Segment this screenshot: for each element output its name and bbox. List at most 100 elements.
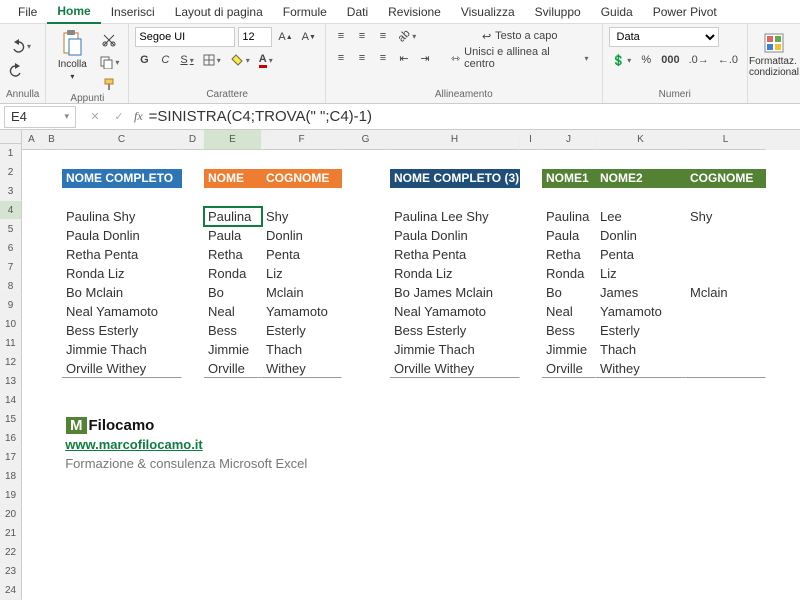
row-header-10[interactable]: 10 <box>0 315 22 334</box>
cell[interactable] <box>42 492 62 511</box>
tab-formule[interactable]: Formule <box>273 1 337 23</box>
cell[interactable] <box>182 473 204 492</box>
cell[interactable] <box>596 416 686 435</box>
cell[interactable] <box>390 492 520 511</box>
cell[interactable] <box>596 530 686 549</box>
cell[interactable] <box>262 150 342 169</box>
cancel-formula-button[interactable]: ✕ <box>86 108 104 126</box>
cell[interactable] <box>542 492 596 511</box>
cell[interactable] <box>390 454 437 473</box>
row-header-17[interactable]: 17 <box>0 448 22 467</box>
cell[interactable] <box>436 454 562 473</box>
cell-nome2[interactable]: Donlin <box>596 226 686 245</box>
cell[interactable] <box>182 359 204 378</box>
cell[interactable] <box>262 188 342 207</box>
row-header-3[interactable]: 3 <box>0 182 22 201</box>
align-middle-button[interactable]: ≡ <box>353 27 371 45</box>
cell[interactable] <box>342 321 390 340</box>
col-header-A[interactable]: A <box>22 130 42 150</box>
cell[interactable] <box>311 435 389 454</box>
brand-tagline[interactable]: Formazione & consulenza Microsoft Excel <box>61 454 312 473</box>
row-header-23[interactable]: 23 <box>0 562 22 581</box>
cell[interactable] <box>62 511 182 530</box>
cell-nome[interactable]: Jimmie <box>204 340 262 359</box>
cell-cognome[interactable]: Donlin <box>262 226 342 245</box>
col-header-K[interactable]: K <box>596 130 686 150</box>
cell[interactable] <box>520 359 542 378</box>
cell[interactable] <box>542 473 596 492</box>
cell[interactable] <box>42 435 62 454</box>
row-header-11[interactable]: 11 <box>0 334 22 353</box>
decrease-font-button[interactable]: A▼ <box>299 28 319 46</box>
cell[interactable] <box>342 169 390 188</box>
header-cognome[interactable]: COGNOME <box>262 169 342 188</box>
cell[interactable] <box>62 150 182 169</box>
cell[interactable] <box>596 397 686 416</box>
cell[interactable] <box>62 397 182 416</box>
row-header-16[interactable]: 16 <box>0 429 22 448</box>
cell[interactable] <box>390 511 520 530</box>
cell[interactable] <box>42 207 62 226</box>
cell-fullname3[interactable]: Jimmie Thach <box>390 340 520 359</box>
cell[interactable] <box>182 188 204 207</box>
cell[interactable] <box>596 473 686 492</box>
cell-nome2[interactable]: James <box>596 283 686 302</box>
cell[interactable] <box>390 416 520 435</box>
decrease-indent-button[interactable]: ⇤ <box>395 49 413 67</box>
cell-fullname3[interactable]: Ronda Liz <box>390 264 520 283</box>
cell[interactable] <box>182 264 204 283</box>
cell[interactable] <box>520 150 542 169</box>
cell[interactable] <box>204 378 262 397</box>
cell[interactable] <box>182 416 204 435</box>
row-header-4[interactable]: 4 <box>0 201 22 220</box>
tab-guida[interactable]: Guida <box>591 1 643 23</box>
col-header-J[interactable]: J <box>542 130 596 150</box>
cell[interactable] <box>62 530 182 549</box>
format-painter-button[interactable] <box>96 75 122 93</box>
cell[interactable] <box>22 321 42 340</box>
col-header-B[interactable]: B <box>42 130 62 150</box>
cell[interactable] <box>22 302 42 321</box>
cell[interactable] <box>542 397 596 416</box>
cell[interactable] <box>62 378 182 397</box>
cell[interactable] <box>182 340 204 359</box>
cell[interactable] <box>182 568 204 587</box>
cell[interactable] <box>520 245 542 264</box>
cell[interactable] <box>520 378 542 397</box>
cell[interactable] <box>182 511 204 530</box>
cell[interactable] <box>182 245 204 264</box>
cell-cognome2[interactable] <box>686 302 766 321</box>
cell[interactable] <box>42 511 62 530</box>
col-header-G[interactable]: G <box>342 130 390 150</box>
cell-cognome[interactable]: Yamamoto <box>262 302 342 321</box>
cell[interactable] <box>686 530 766 549</box>
cell[interactable] <box>390 530 520 549</box>
copy-button[interactable] <box>96 53 122 71</box>
paste-button[interactable]: Incolla ▾ <box>52 27 92 83</box>
row-header-12[interactable]: 12 <box>0 353 22 372</box>
cell[interactable] <box>686 397 766 416</box>
row-header-22[interactable]: 22 <box>0 543 22 562</box>
cell[interactable] <box>204 549 262 568</box>
cell[interactable] <box>636 454 723 473</box>
cell-cognome2[interactable] <box>686 321 766 340</box>
cell[interactable] <box>22 207 42 226</box>
cell[interactable] <box>42 150 62 169</box>
cell[interactable] <box>204 188 262 207</box>
cell[interactable] <box>561 435 583 454</box>
cell-cognome[interactable]: Esterly <box>262 321 342 340</box>
cell[interactable] <box>182 150 204 169</box>
cell[interactable] <box>182 302 204 321</box>
align-top-button[interactable]: ≡ <box>332 27 350 45</box>
cell[interactable] <box>520 302 542 321</box>
cell[interactable] <box>342 568 390 587</box>
row-header-15[interactable]: 15 <box>0 410 22 429</box>
cell[interactable] <box>22 549 42 568</box>
cell[interactable] <box>342 397 390 416</box>
cell[interactable] <box>342 549 390 568</box>
cell[interactable] <box>62 188 182 207</box>
col-header-D[interactable]: D <box>182 130 204 150</box>
cell[interactable] <box>520 283 542 302</box>
cell[interactable] <box>562 454 584 473</box>
cell-fullname[interactable]: Ronda Liz <box>62 264 182 283</box>
